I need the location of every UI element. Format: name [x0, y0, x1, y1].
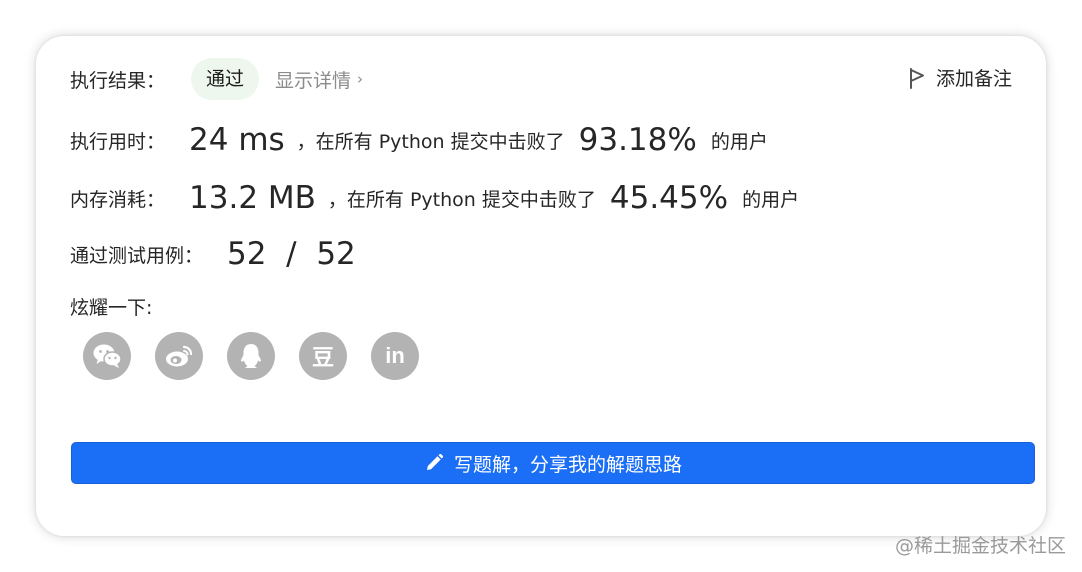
status-badge: 通过	[191, 58, 260, 100]
runtime-value: 24 ms	[189, 122, 285, 158]
pencil-icon	[426, 453, 444, 470]
memory-percent: 45.45%	[609, 180, 729, 216]
show-details-label: 显示详情	[275, 69, 352, 92]
watermark: @稀土掘金技术社区	[894, 535, 1066, 557]
chevron-right-icon: ›	[357, 70, 364, 88]
runtime-percent: 93.18%	[578, 122, 697, 158]
flag-icon	[909, 67, 924, 89]
douban-icon[interactable]: 豆	[299, 332, 347, 380]
share-icons: 豆 in	[83, 332, 443, 380]
tests-label: 通过测试用例：	[70, 244, 204, 267]
add-note-button[interactable]: 添加备注	[908, 64, 1012, 91]
memory-label: 内存消耗：	[70, 188, 166, 211]
wechat-icon[interactable]	[83, 332, 131, 380]
tests-row: 通过测试用例： 52 / 52	[70, 232, 356, 276]
weibo-icon[interactable]	[155, 332, 203, 380]
memory-row: 内存消耗： 13.2 MB ，在所有 Python 提交中击败了 45.45% …	[70, 176, 799, 220]
result-label: 执行结果：	[70, 69, 166, 92]
runtime-row: 执行用时： 24 ms ，在所有 Python 提交中击败了 93.18% 的用…	[70, 118, 768, 162]
qq-icon[interactable]	[227, 332, 275, 380]
write-solution-button[interactable]: 写题解，分享我的解题思路	[71, 442, 1035, 484]
share-label: 炫耀一下:	[70, 296, 153, 319]
runtime-label: 执行用时：	[70, 130, 166, 153]
runtime-text-after: 的用户	[710, 130, 768, 153]
memory-text-after: 的用户	[742, 188, 800, 211]
memory-value: 13.2 MB	[189, 180, 316, 216]
runtime-text-before: ，在所有 Python 提交中击败了	[296, 130, 565, 153]
result-row: 执行结果： 通过 显示详情 ›	[70, 58, 363, 100]
write-solution-label: 写题解，分享我的解题思路	[453, 453, 682, 476]
show-details-link[interactable]: 显示详情 ›	[275, 66, 363, 93]
linkedin-glyph: in	[385, 343, 405, 368]
share-row: 炫耀一下:	[70, 290, 152, 322]
add-note-label: 添加备注	[935, 68, 1012, 90]
tests-value: 52 / 52	[227, 236, 356, 272]
linkedin-icon[interactable]: in	[371, 332, 419, 380]
memory-text-before: ，在所有 Python 提交中击败了	[327, 188, 596, 211]
douban-glyph: 豆	[311, 345, 334, 370]
